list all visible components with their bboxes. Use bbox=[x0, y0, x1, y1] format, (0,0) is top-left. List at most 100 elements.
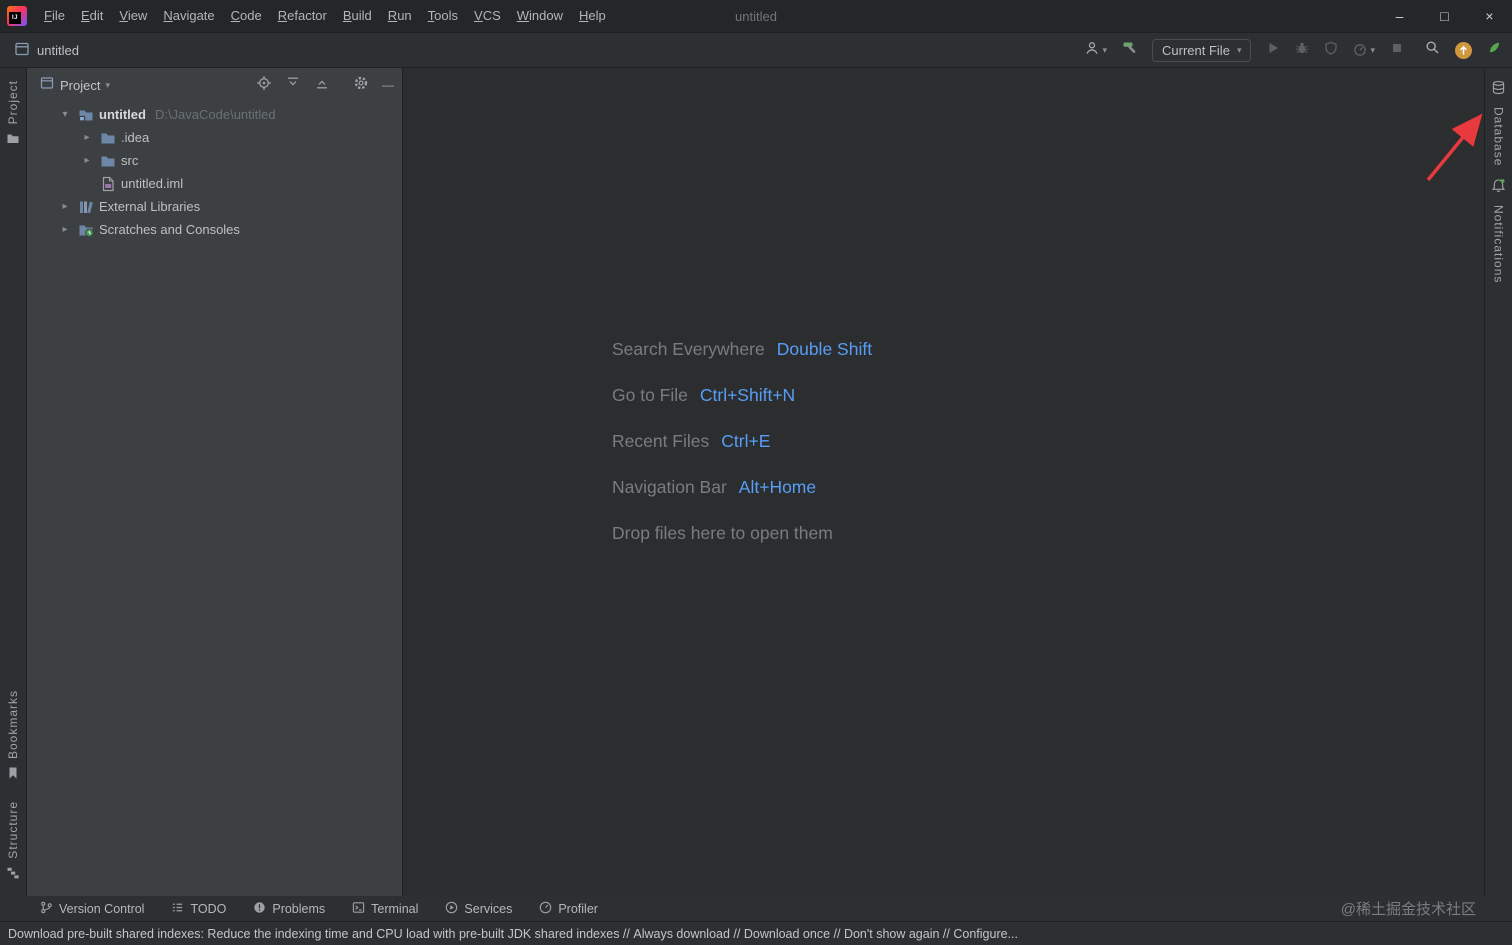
intellij-window: IJ File Edit View Navigate Code Refactor… bbox=[0, 0, 1512, 945]
tree-item-external-libraries[interactable]: ▸ External Libraries bbox=[27, 195, 402, 218]
build-hammer-icon[interactable] bbox=[1122, 40, 1137, 60]
tree-item-label: untitled bbox=[99, 107, 146, 122]
gear-icon[interactable] bbox=[353, 75, 369, 96]
exclamation-circle-icon bbox=[253, 901, 266, 917]
profiler-button[interactable]: ▾ bbox=[1353, 43, 1375, 57]
stripe-bookmarks-button[interactable]: Bookmarks bbox=[0, 690, 26, 785]
chevron-down-icon: ▾ bbox=[1237, 46, 1242, 55]
tool-button-problems[interactable]: Problems bbox=[253, 901, 325, 917]
update-available-icon[interactable] bbox=[1455, 42, 1472, 59]
minimize-button[interactable]: – bbox=[1377, 0, 1422, 32]
run-with-coverage-button[interactable] bbox=[1324, 41, 1338, 60]
run-configuration-select[interactable]: Current File ▾ bbox=[1152, 39, 1251, 62]
menu-run[interactable]: Run bbox=[380, 0, 420, 32]
tree-item-label: .idea bbox=[121, 130, 149, 145]
debug-button[interactable] bbox=[1295, 41, 1309, 60]
chevron-right-icon[interactable]: ▸ bbox=[79, 132, 95, 143]
profiler-gauge-icon bbox=[539, 901, 552, 917]
menu-edit[interactable]: Edit bbox=[73, 0, 111, 32]
status-action-dont-show-again[interactable]: Don't show again bbox=[844, 927, 940, 941]
stripe-project-button[interactable]: Project bbox=[0, 80, 26, 150]
tool-button-version-control[interactable]: Version Control bbox=[40, 901, 144, 917]
tool-button-profiler[interactable]: Profiler bbox=[539, 901, 598, 917]
status-separator: // bbox=[730, 927, 744, 941]
shortcut-label: Go to File bbox=[612, 385, 688, 406]
locate-file-icon[interactable] bbox=[256, 75, 272, 96]
tool-button-todo[interactable]: TODO bbox=[171, 901, 226, 917]
status-separator: // bbox=[619, 927, 633, 941]
main-toolbar: untitled ▾ Current File ▾ bbox=[0, 33, 1512, 68]
tool-button-terminal[interactable]: Terminal bbox=[352, 901, 418, 917]
tool-button-services[interactable]: Services bbox=[445, 901, 512, 917]
status-action-always-download[interactable]: Always download bbox=[633, 927, 730, 941]
project-panel-title[interactable]: Project bbox=[60, 78, 100, 93]
tree-item-label: Scratches and Consoles bbox=[99, 222, 240, 237]
stripe-structure-button[interactable]: Structure bbox=[0, 801, 26, 885]
stripe-database-button[interactable]: Database bbox=[1485, 80, 1512, 166]
tool-button-label: Problems bbox=[272, 902, 325, 916]
project-panel-icon bbox=[40, 76, 54, 95]
chevron-right-icon[interactable]: ▸ bbox=[79, 155, 95, 166]
menu-file[interactable]: File bbox=[36, 0, 73, 32]
drop-hint-label: Drop files here to open them bbox=[612, 523, 833, 544]
libraries-icon bbox=[78, 199, 94, 215]
chevron-right-icon[interactable]: ▸ bbox=[57, 201, 73, 212]
close-button[interactable]: × bbox=[1467, 0, 1512, 32]
shortcut-keys: Alt+Home bbox=[739, 477, 816, 498]
bookmark-icon bbox=[6, 766, 20, 785]
module-file-icon bbox=[100, 176, 116, 192]
folder-icon bbox=[6, 131, 20, 150]
chevron-down-icon[interactable]: ▾ bbox=[105, 80, 110, 91]
menu-navigate[interactable]: Navigate bbox=[155, 0, 222, 32]
status-message: Download pre-built shared indexes: Reduc… bbox=[8, 927, 619, 941]
run-configuration-label: Current File bbox=[1162, 43, 1230, 58]
folder-icon bbox=[100, 153, 116, 169]
stripe-notifications-button[interactable]: Notifications bbox=[1485, 178, 1512, 283]
menu-view[interactable]: View bbox=[111, 0, 155, 32]
bottom-tool-window-bar: Version Control TODO Problems Terminal S… bbox=[0, 896, 1512, 922]
shortcut-label: Recent Files bbox=[612, 431, 709, 452]
code-with-me-icon[interactable] bbox=[1487, 40, 1502, 60]
intellij-logo-icon: IJ bbox=[7, 6, 27, 26]
tree-item-src-folder[interactable]: ▸ src bbox=[27, 149, 402, 172]
project-widget[interactable]: untitled bbox=[14, 41, 79, 60]
expand-all-icon[interactable] bbox=[285, 75, 301, 96]
chevron-right-icon[interactable]: ▸ bbox=[57, 224, 73, 235]
status-action-configure[interactable]: Configure... bbox=[953, 927, 1018, 941]
shortcut-label: Navigation Bar bbox=[612, 477, 727, 498]
bell-icon bbox=[1491, 178, 1506, 198]
menu-build[interactable]: Build bbox=[335, 0, 380, 32]
shortcut-keys: Ctrl+E bbox=[721, 431, 770, 452]
collapse-all-icon[interactable] bbox=[314, 75, 330, 96]
tree-item-scratches[interactable]: ▸ Scratches and Consoles bbox=[27, 218, 402, 241]
user-icon bbox=[1085, 41, 1099, 60]
status-action-download-once[interactable]: Download once bbox=[744, 927, 830, 941]
menu-window[interactable]: Window bbox=[509, 0, 571, 32]
stripe-database-label: Database bbox=[1492, 107, 1506, 166]
main-area: Project Bookmarks Structure bbox=[0, 68, 1512, 896]
tree-item-project-root[interactable]: ▾ untitled D:\JavaCode\untitled bbox=[27, 103, 402, 126]
services-icon bbox=[445, 901, 458, 917]
maximize-button[interactable]: □ bbox=[1422, 0, 1467, 32]
menu-code[interactable]: Code bbox=[223, 0, 270, 32]
chevron-down-icon[interactable]: ▾ bbox=[57, 109, 73, 120]
stop-button[interactable] bbox=[1390, 41, 1404, 60]
toolbar-right-actions: ▾ Current File ▾ ▾ bbox=[1085, 39, 1502, 62]
menu-refactor[interactable]: Refactor bbox=[270, 0, 335, 32]
left-tool-stripe: Project Bookmarks Structure bbox=[0, 68, 27, 896]
tool-button-label: Services bbox=[464, 902, 512, 916]
shortcut-line: Search Everywhere Double Shift bbox=[612, 326, 872, 372]
stripe-structure-label: Structure bbox=[6, 801, 20, 859]
tool-button-label: TODO bbox=[190, 902, 226, 916]
tree-item-untitled-iml[interactable]: untitled.iml bbox=[27, 172, 402, 195]
tree-item-idea-folder[interactable]: ▸ .idea bbox=[27, 126, 402, 149]
menu-help[interactable]: Help bbox=[571, 0, 614, 32]
run-button[interactable] bbox=[1266, 41, 1280, 60]
menu-tools[interactable]: Tools bbox=[420, 0, 466, 32]
menu-bar: File Edit View Navigate Code Refactor Bu… bbox=[36, 0, 614, 32]
hide-panel-icon[interactable]: ― bbox=[382, 79, 394, 91]
user-menu[interactable]: ▾ bbox=[1085, 41, 1107, 60]
menu-vcs[interactable]: VCS bbox=[466, 0, 509, 32]
search-everywhere-icon[interactable] bbox=[1425, 40, 1440, 60]
shortcut-keys: Ctrl+Shift+N bbox=[700, 385, 795, 406]
